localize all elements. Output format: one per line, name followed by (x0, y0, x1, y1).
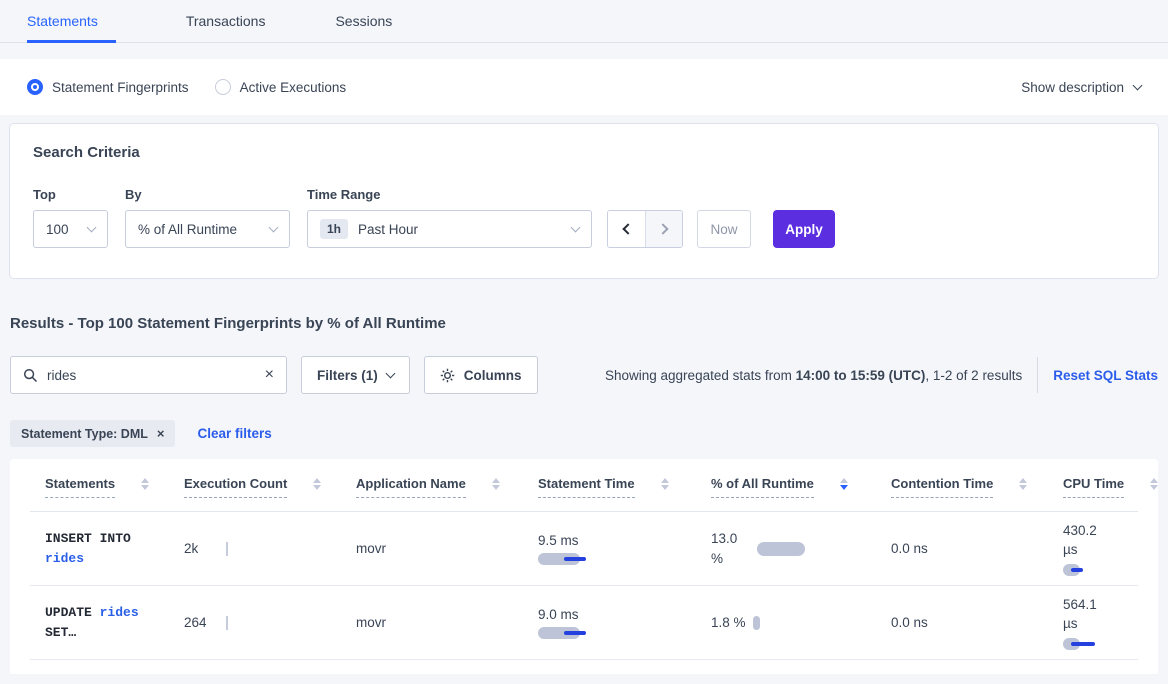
sort-icon-active-desc[interactable] (840, 478, 848, 490)
exec-count-bar (226, 542, 228, 556)
pct-bar-gray (753, 616, 760, 630)
results-heading: Results - Top 100 Statement Fingerprints… (10, 315, 1158, 332)
show-description-toggle[interactable]: Show description (1021, 80, 1141, 95)
columns-label: Columns (464, 368, 522, 383)
col-header-statements[interactable]: Statements (45, 476, 115, 498)
chevron-down-icon (269, 222, 279, 232)
pct-runtime-cell: 1.8 % (696, 615, 876, 630)
exec-count-bar (226, 616, 228, 630)
chevron-down-icon (1133, 80, 1143, 90)
time-bar-blue (564, 557, 586, 561)
filters-button[interactable]: Filters (1) (301, 356, 410, 394)
radio-selected-icon (27, 79, 43, 95)
cpu-time-cell: 430.2 µs (1048, 521, 1138, 576)
radio-active-executions[interactable]: Active Executions (215, 79, 347, 95)
gear-icon (440, 368, 455, 383)
contention-time-cell: 0.0 ns (876, 615, 1048, 630)
pct-runtime-cell: 13.0 % (696, 529, 876, 569)
search-icon (23, 368, 38, 383)
time-next-button[interactable] (645, 211, 682, 247)
top-label: Top (33, 187, 108, 202)
sql-activity-tabbar: Statements Transactions Sessions (0, 0, 1168, 43)
chevron-left-icon (622, 223, 633, 234)
time-range-select[interactable]: 1h Past Hour (307, 210, 592, 248)
statement-search-box[interactable]: × (10, 356, 287, 394)
table-header-row: Statements Execution Count Application N… (30, 459, 1138, 512)
tab-transactions[interactable]: Transactions (186, 13, 266, 42)
col-header-cpu-time[interactable]: CPU Time (1063, 476, 1124, 498)
by-label: By (125, 187, 290, 202)
view-toggle-bar: Statement Fingerprints Active Executions… (0, 59, 1168, 115)
col-header-execution-count[interactable]: Execution Count (184, 476, 287, 498)
execution-count-cell: 2k (169, 541, 341, 556)
table-row: INSERT INTO rides 2k movr 9.5 ms 13.0 % … (30, 512, 1138, 586)
active-filters-row: Statement Type: DML × Clear filters (10, 420, 1158, 447)
clear-filters-link[interactable]: Clear filters (197, 426, 271, 441)
showing-time-range: 14:00 to 15:59 (UTC) (796, 368, 926, 383)
search-criteria-card: Search Criteria Top 100 By % of All Runt… (9, 123, 1159, 279)
cpu-bar-blue (1071, 568, 1083, 572)
time-range-label: Time Range (307, 187, 592, 202)
filters-label: Filters (1) (317, 368, 378, 383)
tab-statements[interactable]: Statements (27, 13, 116, 43)
execution-count-cell: 264 (169, 615, 341, 630)
application-name-cell: movr (341, 541, 523, 556)
statement-time-cell: 9.0 ms (523, 607, 696, 639)
statement-fingerprint-cell[interactable]: INSERT INTO rides (30, 529, 169, 569)
radio-statement-fingerprints[interactable]: Statement Fingerprints (27, 79, 189, 95)
col-header-pct-runtime[interactable]: % of All Runtime (711, 476, 814, 498)
apply-button[interactable]: Apply (773, 210, 835, 248)
statement-fingerprint-cell[interactable]: UPDATE rides SET… (30, 603, 169, 643)
chevron-down-icon (87, 222, 97, 232)
showing-stats-text: Showing aggregated stats from 14:00 to 1… (605, 368, 1022, 383)
chevron-right-icon (657, 223, 668, 234)
time-bar-blue (564, 631, 586, 635)
show-description-label: Show description (1021, 80, 1124, 95)
time-range-value: Past Hour (358, 222, 418, 237)
table-row: UPDATE rides SET… 264 movr 9.0 ms 1.8 % … (30, 586, 1138, 660)
search-input[interactable] (47, 368, 265, 383)
cpu-time-cell: 564.1 µs (1048, 595, 1138, 650)
chevron-down-icon (385, 369, 395, 379)
pct-bar-gray (757, 542, 805, 556)
statement-link[interactable]: rides (100, 605, 139, 620)
columns-button[interactable]: Columns (424, 356, 538, 394)
sort-icon[interactable] (313, 478, 321, 490)
statement-time-cell: 9.5 ms (523, 533, 696, 565)
col-header-contention-time[interactable]: Contention Time (891, 476, 993, 498)
radio-label: Statement Fingerprints (52, 80, 189, 95)
search-criteria-title: Search Criteria (33, 144, 1135, 161)
filter-pill-statement-type[interactable]: Statement Type: DML × (10, 420, 175, 447)
sort-icon[interactable] (141, 478, 149, 490)
statement-link[interactable]: rides (45, 551, 84, 566)
time-prev-button[interactable] (608, 211, 645, 247)
search-clear-icon[interactable]: × (265, 367, 274, 383)
now-button[interactable]: Now (697, 210, 751, 248)
filter-pill-close-icon[interactable]: × (157, 426, 165, 441)
col-header-application-name[interactable]: Application Name (356, 476, 466, 498)
by-select[interactable]: % of All Runtime (125, 210, 290, 248)
tab-sessions[interactable]: Sessions (335, 13, 392, 42)
filter-pill-label: Statement Type: DML (21, 427, 148, 441)
top-select-value: 100 (46, 222, 69, 237)
vertical-divider (1037, 357, 1038, 393)
top-select[interactable]: 100 (33, 210, 108, 248)
sort-icon[interactable] (1019, 478, 1027, 490)
sort-icon[interactable] (492, 478, 500, 490)
cpu-bar-blue (1071, 642, 1095, 646)
col-header-statement-time[interactable]: Statement Time (538, 476, 635, 498)
reset-sql-stats-link[interactable]: Reset SQL Stats (1053, 368, 1158, 383)
contention-time-cell: 0.0 ns (876, 541, 1048, 556)
radio-unselected-icon (215, 79, 231, 95)
statements-table-card: Statements Execution Count Application N… (10, 459, 1158, 674)
application-name-cell: movr (341, 615, 523, 630)
by-select-value: % of All Runtime (138, 222, 237, 237)
sort-icon[interactable] (1150, 478, 1158, 490)
radio-label: Active Executions (240, 80, 347, 95)
sort-icon[interactable] (661, 478, 669, 490)
time-range-badge: 1h (320, 219, 348, 239)
results-controls: × Filters (1) Columns Showing aggregated… (10, 356, 1158, 394)
chevron-down-icon (571, 222, 581, 232)
time-pager (607, 210, 683, 248)
